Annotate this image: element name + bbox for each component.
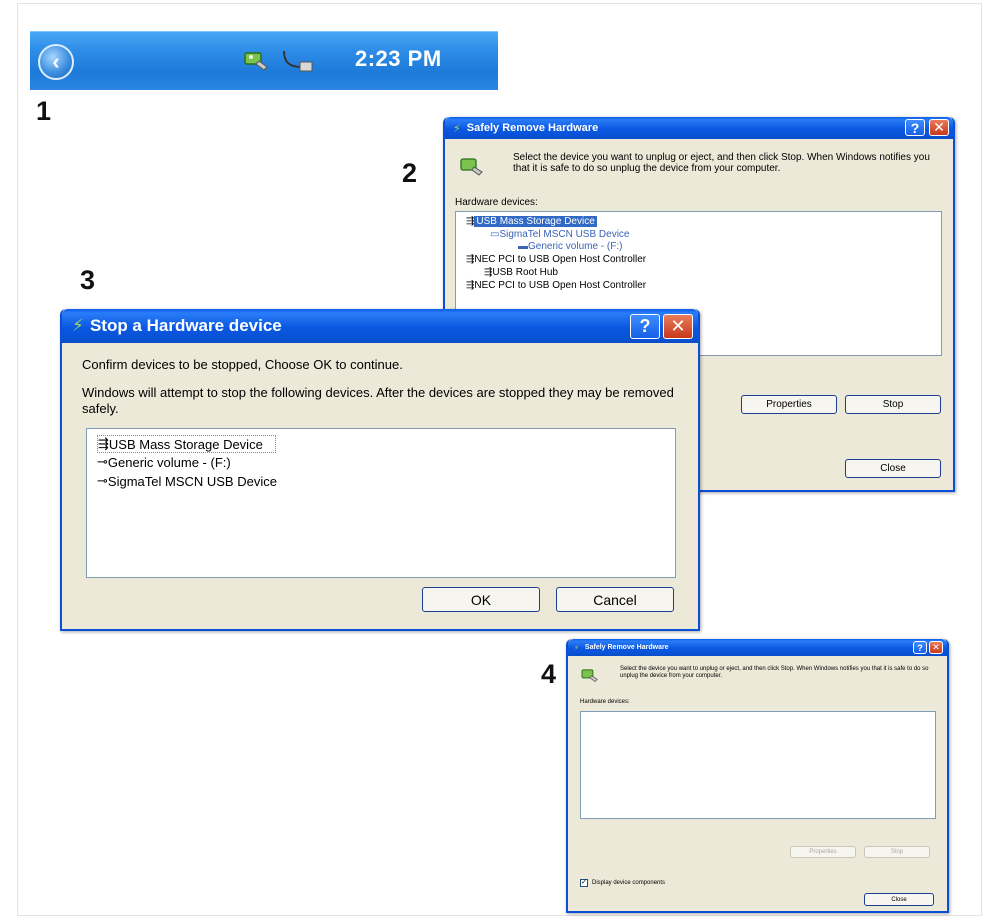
list-item[interactable]: ⇶ USB Root Hub xyxy=(484,267,558,278)
list-item[interactable]: ⇶ USB Mass Storage Device xyxy=(466,216,597,227)
drive-icon: ⊸ xyxy=(97,473,108,488)
display-components-checkbox[interactable]: ✓ xyxy=(580,879,588,887)
list-item[interactable]: ⇶ NEC PCI to USB Open Host Controller xyxy=(466,254,646,265)
window-title: Stop a Hardware device xyxy=(89,316,282,335)
help-icon[interactable]: ? xyxy=(913,641,927,654)
usb-icon: ⇶ xyxy=(466,280,475,291)
confirm-text: Confirm devices to be stopped, Choose OK… xyxy=(82,357,403,372)
help-icon[interactable]: ? xyxy=(630,314,660,339)
close-button[interactable]: Close xyxy=(845,459,941,478)
usb-icon: ⇶ xyxy=(98,436,109,451)
title-bar[interactable]: ⚡ Safely Remove Hardware ? ✕ xyxy=(568,639,947,656)
list-item[interactable]: ⇶ NEC PCI to USB Open Host Controller xyxy=(466,280,646,291)
properties-button[interactable]: Properties xyxy=(790,846,856,858)
hardware-devices-label: Hardware devices: xyxy=(580,699,630,705)
properties-button[interactable]: Properties xyxy=(741,395,837,414)
taskbar-notification-area: ‹ 2:23 PM xyxy=(30,31,498,90)
instruction-text: Select the device you want to unplug or … xyxy=(620,666,929,679)
hardware-icon xyxy=(459,155,485,180)
ok-button[interactable]: OK xyxy=(422,587,540,612)
usb-icon: ⇶ xyxy=(466,216,475,227)
display-components-row[interactable]: ✓ Display device components xyxy=(580,879,665,887)
window-title: Safely Remove Hardware xyxy=(466,122,599,134)
list-item[interactable]: ⇶ USB Mass Storage Device xyxy=(97,435,276,453)
window-title: Safely Remove Hardware xyxy=(584,644,669,651)
drive-icon: ▭ xyxy=(490,229,500,240)
close-icon[interactable]: ✕ xyxy=(929,119,949,136)
step-number-4: 4 xyxy=(541,659,557,689)
title-bar[interactable]: ⚡ Safely Remove Hardware ? ✕ xyxy=(445,117,953,139)
hardware-devices-list[interactable] xyxy=(580,711,936,819)
list-item[interactable]: ⊸ Generic volume - (F:) xyxy=(97,454,231,470)
stop-button[interactable]: Stop xyxy=(845,395,941,414)
safely-remove-hardware-icon: ⚡ xyxy=(72,316,84,335)
stop-hardware-device-window: ⚡ Stop a Hardware device ? ✕ Confirm dev… xyxy=(60,309,700,631)
usb-icon: ⇶ xyxy=(466,254,475,265)
usb-icon: ⇶ xyxy=(484,267,493,278)
clock-time[interactable]: 2:23 PM xyxy=(355,46,442,72)
safely-remove-hardware-icon: ⚡ xyxy=(574,644,579,652)
close-icon[interactable]: ✕ xyxy=(929,641,943,654)
usb-plug-icon[interactable] xyxy=(280,47,314,80)
list-item[interactable]: ▬ Generic volume - (F:) xyxy=(518,241,622,252)
title-bar[interactable]: ⚡ Stop a Hardware device ? ✕ xyxy=(62,309,698,343)
step-number-1: 1 xyxy=(36,96,52,126)
drive-icon: ⊸ xyxy=(97,454,108,469)
display-components-label: Display device components xyxy=(592,880,666,886)
close-icon[interactable]: ✕ xyxy=(663,314,693,339)
hardware-devices-label: Hardware devices: xyxy=(455,197,538,208)
warning-text: Windows will attempt to stop the followi… xyxy=(82,385,674,416)
volume-icon: ▬ xyxy=(518,241,528,252)
safely-remove-hardware-window-empty: ⚡ Safely Remove Hardware ? ✕ Select the … xyxy=(566,639,949,913)
devices-to-stop-list[interactable]: ⇶ USB Mass Storage Device ⊸ Generic volu… xyxy=(86,428,676,578)
help-icon[interactable]: ? xyxy=(905,119,925,136)
cancel-button[interactable]: Cancel xyxy=(556,587,674,612)
list-item[interactable]: ⊸ SigmaTel MSCN USB Device xyxy=(97,473,277,489)
safely-remove-hardware-icon[interactable] xyxy=(242,47,270,80)
step-number-3: 3 xyxy=(80,265,96,295)
safely-remove-hardware-icon: ⚡ xyxy=(453,122,461,135)
step-number-2: 2 xyxy=(402,158,418,188)
hardware-icon xyxy=(580,667,600,685)
chevron-left-icon[interactable]: ‹ xyxy=(38,44,74,80)
stop-button[interactable]: Stop xyxy=(864,846,930,858)
instruction-text: Select the device you want to unplug or … xyxy=(513,152,930,174)
close-button[interactable]: Close xyxy=(864,893,934,906)
list-item[interactable]: ▭ SigmaTel MSCN USB Device xyxy=(490,229,630,240)
